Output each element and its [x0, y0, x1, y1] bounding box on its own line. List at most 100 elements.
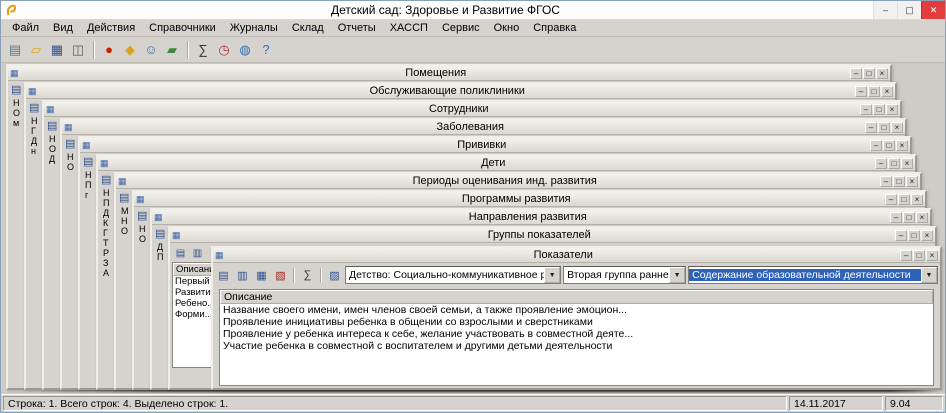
child-window-titlebar[interactable]: ▦Помещения–□×: [8, 66, 890, 81]
menu-item-10[interactable]: Окно: [487, 21, 527, 35]
close-button[interactable]: ✕: [921, 1, 945, 19]
child-restore-button[interactable]: □: [893, 176, 905, 187]
new-document-icon[interactable]: ▤: [5, 40, 25, 60]
child-minimize-button[interactable]: –: [900, 250, 912, 261]
child-minimize-button[interactable]: –: [865, 122, 877, 133]
table-icon: ▤: [137, 210, 147, 222]
chart-icon[interactable]: ▰: [162, 40, 182, 60]
menu-item-5[interactable]: Журналы: [223, 21, 285, 35]
table-icon: ▤: [101, 174, 111, 186]
development-area-combobox[interactable]: Детство: Социально-коммуникативное разви…: [345, 266, 561, 284]
sum-icon[interactable]: ∑: [193, 40, 213, 60]
clock-icon[interactable]: ◷: [214, 40, 234, 60]
child-restore-button[interactable]: □: [868, 86, 880, 97]
child-window-titlebar[interactable]: ▦Направления развития–□×: [152, 210, 930, 225]
sum-icon[interactable]: ∑: [299, 267, 316, 284]
add-record-icon[interactable]: ▤: [215, 267, 232, 284]
child-close-button[interactable]: ×: [901, 158, 913, 169]
child-restore-button[interactable]: □: [883, 140, 895, 151]
child-minimize-button[interactable]: –: [895, 230, 907, 241]
menu-item-1[interactable]: Файл: [5, 21, 46, 35]
copy-record-icon[interactable]: ▦: [253, 267, 270, 284]
child-window-title: Направления развития: [166, 211, 890, 223]
sliver-letter: М: [121, 206, 129, 216]
sliver-letter: Д: [157, 242, 163, 252]
table-row[interactable]: Название своего имени, имен членов своей…: [220, 304, 933, 316]
edit-record-icon[interactable]: ▥: [234, 267, 251, 284]
child-minimize-button[interactable]: –: [885, 194, 897, 205]
child-restore-button[interactable]: □: [898, 194, 910, 205]
child-close-button[interactable]: ×: [906, 176, 918, 187]
child-close-button[interactable]: ×: [876, 68, 888, 79]
child-close-button[interactable]: ×: [911, 194, 923, 205]
child-window-controls: –□×: [860, 104, 898, 115]
indicators-toolbar-icons: ▤▥▦▧ ∑ ▨: [215, 267, 343, 284]
child-window-titlebar[interactable]: ▦Периоды оценивания инд. развития–□×: [116, 174, 920, 189]
delete-record-icon[interactable]: ●: [99, 40, 119, 60]
activity-content-combobox[interactable]: Содержание образовательной деятельности …: [688, 266, 938, 284]
child-minimize-button[interactable]: –: [860, 104, 872, 115]
app-title: Детский сад: Здоровье и Развитие ФГОС: [18, 3, 873, 17]
child-window-titlebar[interactable]: ▦Прививки–□×: [80, 138, 910, 153]
child-window-titlebar[interactable]: ▦Сотрудники–□×: [44, 102, 900, 117]
child-restore-button[interactable]: □: [878, 122, 890, 133]
print-icon[interactable]: ◫: [68, 40, 88, 60]
age-group-combobox[interactable]: Вторая группа раннего возраста ▼: [563, 266, 686, 284]
child-restore-button[interactable]: □: [908, 230, 920, 241]
child-restore-button[interactable]: □: [863, 68, 875, 79]
status-time: 9.04: [885, 396, 943, 411]
menu-item-3[interactable]: Действия: [80, 21, 142, 35]
child-close-button[interactable]: ×: [916, 212, 928, 223]
title-bar[interactable]: Детский сад: Здоровье и Развитие ФГОС – …: [1, 1, 945, 20]
child-minimize-button[interactable]: –: [855, 86, 867, 97]
add-record-icon[interactable]: ▤: [173, 246, 188, 260]
child-restore-button[interactable]: □: [903, 212, 915, 223]
child-restore-button[interactable]: □: [913, 250, 925, 261]
chevron-down-icon[interactable]: ▼: [544, 267, 560, 283]
users-icon[interactable]: ☺: [141, 40, 161, 60]
chevron-down-icon[interactable]: ▼: [921, 267, 937, 283]
child-window-titlebar[interactable]: ▦Программы развития–□×: [134, 192, 925, 207]
child-window-titlebar[interactable]: ▦ Показатели – □ ×: [213, 248, 940, 263]
child-window-titlebar[interactable]: ▦Заболевания–□×: [62, 120, 905, 135]
table-row[interactable]: Проявление у ребенка интереса к себе, же…: [220, 328, 933, 340]
child-close-button[interactable]: ×: [921, 230, 933, 241]
child-close-button[interactable]: ×: [891, 122, 903, 133]
child-close-button[interactable]: ×: [881, 86, 893, 97]
open-folder-icon[interactable]: ▱: [26, 40, 46, 60]
table-row[interactable]: Проявление инициативы ребенка в общении …: [220, 316, 933, 328]
child-minimize-button[interactable]: –: [875, 158, 887, 169]
child-minimize-button[interactable]: –: [880, 176, 892, 187]
child-minimize-button[interactable]: –: [870, 140, 882, 151]
child-close-button[interactable]: ×: [896, 140, 908, 151]
chevron-down-icon[interactable]: ▼: [669, 267, 685, 283]
menu-item-8[interactable]: ХАССП: [383, 21, 435, 35]
child-window-titlebar[interactable]: ▦Обслуживающие поликлиники–□×: [26, 84, 895, 99]
table-row[interactable]: Участие ребенка в совместной с воспитате…: [220, 340, 933, 352]
menu-item-4[interactable]: Справочники: [142, 21, 223, 35]
coins-icon[interactable]: ◆: [120, 40, 140, 60]
child-restore-button[interactable]: □: [888, 158, 900, 169]
menu-item-11[interactable]: Справка: [526, 21, 583, 35]
child-minimize-button[interactable]: –: [850, 68, 862, 79]
minimize-button[interactable]: –: [873, 1, 897, 19]
indicators-column-header[interactable]: Описание: [220, 290, 933, 304]
delete-record-icon[interactable]: ▧: [272, 267, 289, 284]
child-close-button[interactable]: ×: [926, 250, 938, 261]
menu-item-9[interactable]: Сервис: [435, 21, 487, 35]
save-icon[interactable]: ▦: [47, 40, 67, 60]
help-icon[interactable]: ?: [256, 40, 276, 60]
menu-item-7[interactable]: Отчеты: [331, 21, 383, 35]
table-window-icon: ▦: [172, 231, 181, 240]
child-window-titlebar[interactable]: ▦ Группы показателей – □ ×: [170, 228, 935, 243]
menu-item-6[interactable]: Склад: [285, 21, 331, 35]
child-close-button[interactable]: ×: [886, 104, 898, 115]
child-minimize-button[interactable]: –: [890, 212, 902, 223]
menu-item-2[interactable]: Вид: [46, 21, 80, 35]
edit-record-icon[interactable]: ▥: [190, 246, 205, 260]
child-restore-button[interactable]: □: [873, 104, 885, 115]
maximize-button[interactable]: ▢: [897, 1, 921, 19]
globe-icon[interactable]: ◍: [235, 40, 255, 60]
refresh-icon[interactable]: ▨: [326, 267, 343, 284]
child-window-titlebar[interactable]: ▦Дети–□×: [98, 156, 915, 171]
